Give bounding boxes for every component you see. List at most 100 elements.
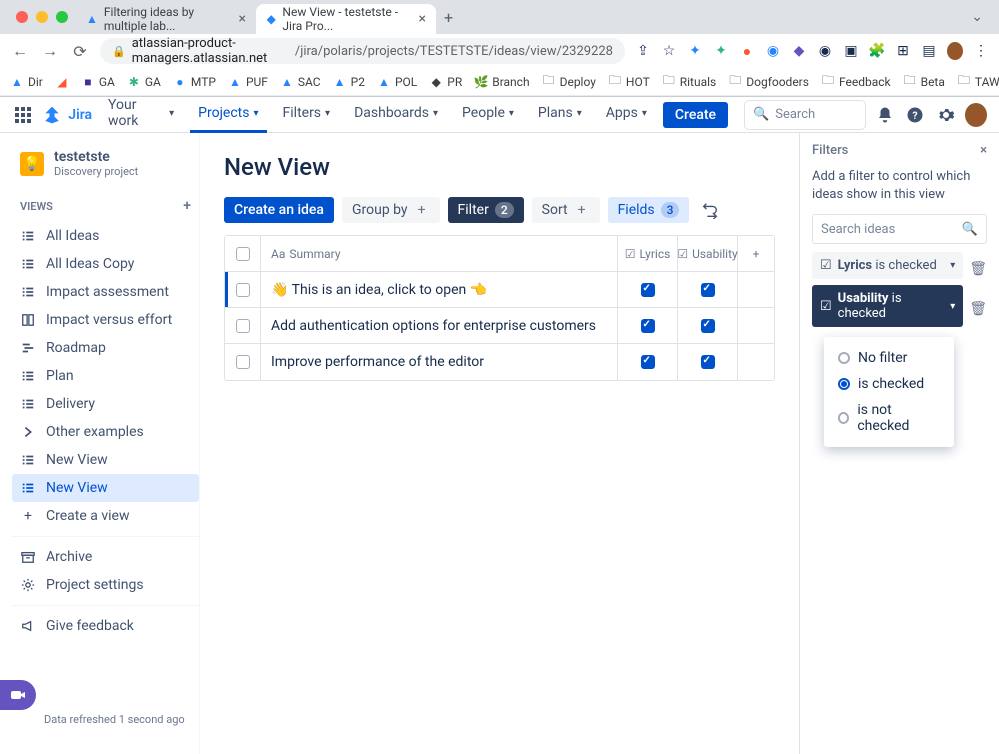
star-icon[interactable]: ☆: [661, 43, 677, 59]
sidebar-item-all-ideas-copy[interactable]: All Ideas Copy: [12, 250, 199, 278]
sidebar-item-plan[interactable]: Plan: [12, 362, 199, 390]
archive-button[interactable]: Archive: [12, 543, 199, 571]
create-view-button[interactable]: + Create a view: [12, 502, 199, 530]
menu-icon[interactable]: ⋮: [973, 43, 989, 59]
table-row[interactable]: Add authentication options for enterpris…: [225, 308, 774, 344]
minimize-window-icon[interactable]: [36, 11, 48, 23]
forward-button[interactable]: →: [40, 41, 60, 61]
ext-icon[interactable]: ✦: [687, 43, 703, 59]
sidebar-item-new-view[interactable]: New View: [12, 446, 199, 474]
nav-your-work[interactable]: Your work▾: [100, 97, 182, 133]
ext-icon[interactable]: ▣: [843, 43, 859, 59]
row-checkbox[interactable]: [225, 272, 261, 307]
bookmark-all-icon[interactable]: ⊞: [895, 43, 911, 59]
notifications-icon[interactable]: [874, 103, 896, 127]
column-lyrics[interactable]: ☑Lyrics: [618, 236, 678, 271]
close-panel-icon[interactable]: ×: [980, 143, 987, 158]
bookmark-item[interactable]: ▲Dir: [10, 75, 43, 89]
settings-icon[interactable]: [934, 103, 956, 127]
create-idea-button[interactable]: Create an idea: [224, 197, 334, 223]
bookmark-item[interactable]: ▲P2: [333, 75, 365, 89]
add-column-button[interactable]: +: [738, 236, 774, 271]
profile-icon[interactable]: [947, 43, 963, 59]
ext-icon[interactable]: ◆: [791, 43, 807, 59]
bookmark-item[interactable]: ●MTP: [173, 75, 216, 89]
nav-apps[interactable]: Apps▾: [598, 97, 655, 133]
help-icon[interactable]: ?: [904, 103, 926, 127]
expand-tabs-icon[interactable]: ⌄: [963, 9, 991, 25]
table-row[interactable]: Improve performance of the editor: [225, 344, 774, 380]
close-window-icon[interactable]: [16, 11, 28, 23]
reading-list-icon[interactable]: ▤: [921, 43, 937, 59]
row-summary[interactable]: Improve performance of the editor: [261, 344, 618, 380]
row-checkbox[interactable]: [225, 344, 261, 380]
sidebar-item-impact-assessment[interactable]: Impact assessment: [12, 278, 199, 306]
nav-plans[interactable]: Plans▾: [530, 97, 590, 133]
bookmark-item[interactable]: ■GA: [81, 75, 115, 89]
search-input[interactable]: 🔍 Search: [744, 100, 866, 130]
close-tab-icon[interactable]: ×: [419, 11, 426, 27]
sidebar-item-impact-versus-effort[interactable]: Impact versus effort: [12, 306, 199, 334]
row-usability-cell[interactable]: [678, 272, 738, 307]
profile-avatar[interactable]: [965, 103, 987, 127]
project-header[interactable]: 💡 testetste Discovery project: [12, 145, 199, 190]
share-icon[interactable]: ⇪: [635, 43, 651, 59]
close-tab-icon[interactable]: ×: [239, 11, 246, 27]
project-settings-button[interactable]: Project settings: [12, 571, 199, 599]
sidebar-item-roadmap[interactable]: Roadmap: [12, 334, 199, 362]
new-tab-button[interactable]: +: [436, 8, 461, 27]
jira-logo[interactable]: Jira: [42, 105, 92, 125]
ext-icon[interactable]: ◉: [817, 43, 833, 59]
filter-chip-lyrics[interactable]: ☑ Lyrics is checked ▾: [812, 252, 963, 279]
bookmark-item[interactable]: ✱GA: [127, 75, 161, 89]
row-lyrics-cell[interactable]: [618, 344, 678, 380]
row-summary[interactable]: Add authentication options for enterpris…: [261, 308, 618, 343]
bookmark-folder[interactable]: 🗀Rituals: [662, 75, 717, 89]
nav-filters[interactable]: Filters▾: [275, 97, 339, 133]
extensions-icon[interactable]: 🧩: [869, 43, 885, 59]
bookmark-item[interactable]: ◆PR: [429, 75, 462, 89]
back-button[interactable]: ←: [10, 41, 30, 61]
create-button[interactable]: Create: [663, 102, 728, 128]
filter-option-is-checked[interactable]: is checked: [828, 371, 950, 397]
ext-icon[interactable]: ✦: [713, 43, 729, 59]
sidebar-item-all-ideas[interactable]: All Ideas: [12, 222, 199, 250]
bookmark-folder[interactable]: 🗀TAW: [957, 75, 999, 89]
sidebar-item-new-view[interactable]: New View: [12, 474, 199, 502]
bookmark-folder[interactable]: 🗀Feedback: [821, 75, 891, 89]
filter-button[interactable]: Filter2: [448, 197, 524, 223]
column-usability[interactable]: ☑Usability: [678, 236, 738, 271]
row-lyrics-cell[interactable]: [618, 308, 678, 343]
group-by-button[interactable]: Group by+: [342, 197, 440, 223]
table-row[interactable]: 👋 This is an idea, click to open 👈: [225, 272, 774, 308]
filter-option-is-not-checked[interactable]: is not checked: [828, 397, 950, 439]
nav-people[interactable]: People▾: [454, 97, 522, 133]
sidebar-item-other-examples[interactable]: Other examples: [12, 418, 199, 446]
sidebar-item-delivery[interactable]: Delivery: [12, 390, 199, 418]
bookmark-folder[interactable]: 🗀Beta: [903, 75, 945, 89]
fields-button[interactable]: Fields3: [608, 197, 690, 223]
filter-chip-usability[interactable]: ☑ Usability is checked ▾: [812, 285, 963, 327]
browser-tab-1[interactable]: ◆ New View - testetste - Jira Pro... ×: [256, 4, 436, 34]
bookmark-item[interactable]: ◢: [55, 75, 69, 89]
row-checkbox[interactable]: [225, 308, 261, 343]
row-usability-cell[interactable]: [678, 344, 738, 380]
row-summary[interactable]: 👋 This is an idea, click to open 👈: [261, 272, 618, 307]
maximize-window-icon[interactable]: [56, 11, 68, 23]
bookmark-folder[interactable]: 🗀Dogfooders: [728, 75, 809, 89]
delete-filter-icon[interactable]: 🗑: [969, 261, 987, 277]
nav-dashboards[interactable]: Dashboards▾: [346, 97, 446, 133]
select-all-checkbox[interactable]: [225, 236, 261, 271]
give-feedback-button[interactable]: Give feedback: [12, 612, 199, 640]
bookmark-folder[interactable]: 🗀Deploy: [542, 75, 596, 89]
reload-button[interactable]: ⟳: [70, 42, 90, 61]
bookmark-folder[interactable]: 🗀HOT: [608, 75, 650, 89]
bookmark-item[interactable]: 🌿Branch: [474, 75, 529, 89]
autosave-toggle-icon[interactable]: [697, 197, 723, 223]
bookmark-item[interactable]: ▲POL: [377, 75, 417, 89]
delete-filter-icon[interactable]: 🗑: [969, 301, 987, 317]
row-lyrics-cell[interactable]: [618, 272, 678, 307]
url-input[interactable]: 🔒 atlassian-product-managers.atlassian.n…: [100, 38, 625, 64]
filter-search-input[interactable]: Search ideas 🔍: [812, 214, 987, 244]
bookmark-item[interactable]: ▲SAC: [280, 75, 321, 89]
